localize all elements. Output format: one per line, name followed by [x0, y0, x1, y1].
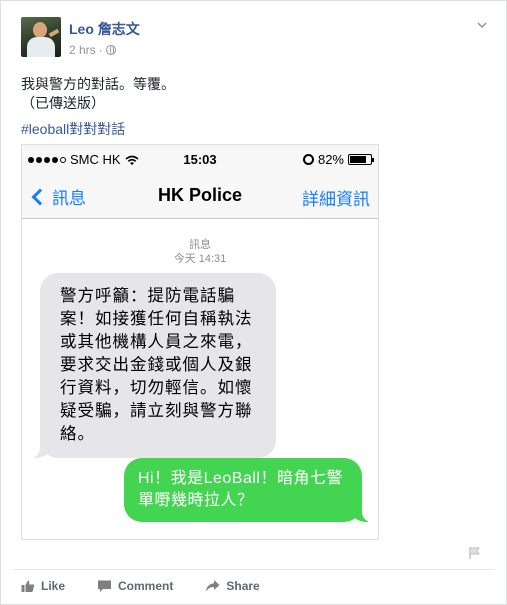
conversation-timestamp: 今天 14:31: [173, 253, 227, 265]
post-time[interactable]: 2 hrs: [69, 43, 96, 57]
thumbs-up-icon: [21, 580, 35, 592]
post-text: 我與警方的對話。等覆。 （已傳送版）: [21, 75, 175, 113]
outgoing-message-text: Hi！我是LeoBall！暗角七警單嘢幾時拉人？: [138, 470, 343, 509]
post-text-line-1: 我與警方的對話。等覆。: [21, 76, 175, 92]
share-button[interactable]: Share: [205, 579, 260, 593]
avatar-face: [33, 22, 47, 38]
outgoing-message-bubble: Hi！我是LeoBall！暗角七警單嘢幾時拉人？: [124, 458, 372, 522]
hashtag-link[interactable]: #leoball對對對話: [21, 119, 125, 139]
comment-label: Comment: [118, 579, 174, 593]
flag-icon[interactable]: [468, 546, 482, 560]
post-header: Leo 詹志文 2 hrs ·: [21, 17, 491, 61]
privacy-globe-icon[interactable]: [105, 45, 116, 55]
conversation-area: 訊息 今天 14:31 警方呼籲：提防電話騙案！如接獲任何自稱執法或其他機構人員…: [22, 219, 378, 539]
author-name[interactable]: Leo 詹志文: [69, 19, 140, 39]
comment-button[interactable]: Comment: [97, 579, 173, 593]
status-right: 82%: [302, 152, 374, 167]
meta-separator: ·: [98, 43, 103, 57]
ios-nav-bar: 訊息 HK Police 詳細資訊: [22, 173, 378, 219]
sms-screenshot[interactable]: SMC HK 15:03 82% 訊息 HK Police 詳細資訊 訊息 今天…: [21, 144, 379, 540]
incoming-message-text: 警方呼籲：提防電話騙案！如接獲任何自稱執法或其他機構人員之來電，要求交出金錢或個…: [60, 287, 253, 443]
avatar-shirt: [27, 37, 55, 57]
battery-icon: [348, 154, 374, 165]
incoming-message-bubble: 警方呼籲：提防電話騙案！如接獲任何自稱執法或其他機構人員之來電，要求交出金錢或個…: [30, 273, 276, 458]
details-button[interactable]: 詳細資訊: [302, 185, 370, 210]
alarm-icon: [302, 154, 314, 165]
comment-bubble-icon: [98, 580, 112, 592]
avatar[interactable]: [21, 17, 61, 57]
share-label: Share: [226, 579, 260, 593]
ios-status-bar: SMC HK 15:03 82%: [22, 145, 378, 173]
battery-percent: 82%: [317, 152, 344, 167]
action-divider: [13, 569, 494, 570]
facebook-post-card: Leo 詹志文 2 hrs · 我與警方的對話。等覆。 （已傳送版） #leob…: [0, 0, 507, 605]
post-text-line-2: （已傳送版）: [21, 95, 105, 111]
post-actions: Like Comment Share: [21, 579, 292, 593]
like-label: Like: [41, 579, 66, 593]
like-button[interactable]: Like: [21, 579, 65, 593]
share-arrow-icon: [206, 580, 220, 592]
post-meta: 2 hrs ·: [69, 43, 116, 57]
chevron-down-icon[interactable]: [476, 19, 488, 31]
avatar-arm: [48, 28, 60, 38]
